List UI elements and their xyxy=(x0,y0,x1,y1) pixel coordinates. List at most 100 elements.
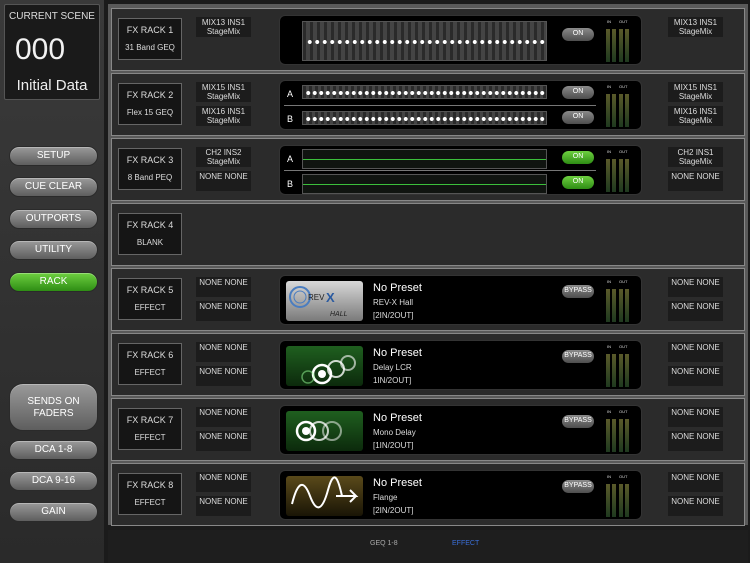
rack-2-output-a[interactable]: MIX15 INS1 StageMix xyxy=(668,82,723,102)
peq-b-curve[interactable] xyxy=(302,174,547,194)
level-meter: IN OUT xyxy=(604,19,634,63)
fx-rack-4[interactable]: FX RACK 4 BLANK xyxy=(111,203,745,266)
rack-3-input-b[interactable]: NONE NONE xyxy=(196,171,251,191)
rack-id-7[interactable]: FX RACK 7 EFFECT xyxy=(118,408,182,450)
fx-rack-6[interactable]: FX RACK 6 EFFECT NONE NONE NONE NONE No … xyxy=(111,333,745,396)
peq-a-curve[interactable] xyxy=(302,149,547,169)
rack-5-input-a[interactable]: NONE NONE xyxy=(196,277,251,297)
rack-button[interactable]: RACK xyxy=(9,272,98,292)
fx-rack-8[interactable]: FX RACK 8 EFFECT NONE NONE NONE NONE No … xyxy=(111,463,745,526)
rack-id-5[interactable]: FX RACK 5 EFFECT xyxy=(118,278,182,320)
peq-panel[interactable]: A B ON ON IN OUT xyxy=(279,145,642,195)
cue-clear-button[interactable]: CUE CLEAR xyxy=(9,177,98,197)
rack-3-output-b[interactable]: NONE NONE xyxy=(668,171,723,191)
rack-8-output-b[interactable]: NONE NONE xyxy=(668,496,723,516)
tab-effect[interactable]: EFFECT xyxy=(452,540,479,547)
rack-name: FX RACK 4 xyxy=(126,220,174,230)
dca-9-16-button[interactable]: DCA 9-16 xyxy=(9,471,98,491)
rack-2-output-b[interactable]: MIX16 INS1 StageMix xyxy=(668,106,723,126)
fx-rack-2[interactable]: FX RACK 2 Flex 15 GEQ MIX15 INS1 StageMi… xyxy=(111,73,745,136)
fx-rack-5[interactable]: FX RACK 5 EFFECT NONE NONE NONE NONE REV… xyxy=(111,268,745,331)
geq-faders[interactable] xyxy=(302,21,547,61)
utility-button[interactable]: UTILITY xyxy=(9,240,98,260)
bottom-tab-bar: GEQ 1-8 EFFECT xyxy=(108,530,748,563)
preset-name[interactable]: No Preset xyxy=(373,282,422,294)
rack-6-output-b[interactable]: NONE NONE xyxy=(668,366,723,386)
fx-rack-7[interactable]: FX RACK 7 EFFECT NONE NONE NONE NONE No … xyxy=(111,398,745,461)
effect-panel[interactable]: No Preset Flange [2IN/2OUT] BYPASS IN OU… xyxy=(279,470,642,520)
effect-panel[interactable]: REV X HALL No Preset REV-X Hall [2IN/2OU… xyxy=(279,275,642,325)
fx-rack-3[interactable]: FX RACK 3 8 Band PEQ CH2 INS2 StageMix N… xyxy=(111,138,745,201)
rack-6-input-b[interactable]: NONE NONE xyxy=(196,366,251,386)
rack-area: FX RACK 1 31 Band GEQ MIX13 INS1 StageMi… xyxy=(108,4,748,526)
channel-b-label: B xyxy=(287,179,294,189)
on-button[interactable]: ON xyxy=(562,28,594,41)
mono-delay-thumbnail[interactable] xyxy=(286,411,363,451)
meter-out-label: OUT xyxy=(619,409,628,414)
bypass-button[interactable]: BYPASS xyxy=(562,415,594,428)
rack-id-2[interactable]: FX RACK 2 Flex 15 GEQ xyxy=(118,83,182,125)
rack-5-output-b[interactable]: NONE NONE xyxy=(668,301,723,321)
rack-2-input-a[interactable]: MIX15 INS1 StageMix xyxy=(196,82,251,102)
meter-out-label: OUT xyxy=(619,344,628,349)
rack-6-input-a[interactable]: NONE NONE xyxy=(196,342,251,362)
on-button-a[interactable]: ON xyxy=(562,151,594,164)
meter-bar xyxy=(625,159,629,192)
rack-3-output-a[interactable]: CH2 INS1 StageMix xyxy=(668,147,723,167)
geq-a-faders[interactable] xyxy=(302,85,547,99)
bypass-button[interactable]: BYPASS xyxy=(562,480,594,493)
rack-5-input-b[interactable]: NONE NONE xyxy=(196,301,251,321)
rack-8-input-a[interactable]: NONE NONE xyxy=(196,472,251,492)
rack-6-output-a[interactable]: NONE NONE xyxy=(668,342,723,362)
dca-1-8-button[interactable]: DCA 1-8 xyxy=(9,440,98,460)
geq-fader-dots xyxy=(305,90,545,96)
meter-bar xyxy=(612,29,616,62)
effect-panel[interactable]: No Preset Delay LCR 1IN/2OUT] BYPASS IN … xyxy=(279,340,642,390)
on-button-b[interactable]: ON xyxy=(562,111,594,124)
setup-button[interactable]: SETUP xyxy=(9,146,98,166)
rack-7-input-b[interactable]: NONE NONE xyxy=(196,431,251,451)
rack-5-output-a[interactable]: NONE NONE xyxy=(668,277,723,297)
geq-panel[interactable]: A B ON ON IN OUT xyxy=(279,80,642,130)
on-button-a[interactable]: ON xyxy=(562,86,594,99)
rack-7-output-a[interactable]: NONE NONE xyxy=(668,407,723,427)
on-button-b[interactable]: ON xyxy=(562,176,594,189)
bypass-button[interactable]: BYPASS xyxy=(562,350,594,363)
rack-8-output-a[interactable]: NONE NONE xyxy=(668,472,723,492)
meter-bar xyxy=(612,289,616,322)
rack-id-4[interactable]: FX RACK 4 BLANK xyxy=(118,213,182,255)
rack-2-input-b[interactable]: MIX16 INS1 StageMix xyxy=(196,106,251,126)
meter-bar xyxy=(619,419,623,452)
preset-name[interactable]: No Preset xyxy=(373,477,422,489)
effect-panel[interactable]: No Preset Mono Delay [1IN/2OUT] BYPASS I… xyxy=(279,405,642,455)
gain-button[interactable]: GAIN xyxy=(9,502,98,522)
level-meter: IN OUT xyxy=(604,84,634,128)
meter-in-label: IN xyxy=(607,344,611,349)
rack-id-6[interactable]: FX RACK 6 EFFECT xyxy=(118,343,182,385)
rack-8-input-b[interactable]: NONE NONE xyxy=(196,496,251,516)
sends-on-faders-button[interactable]: SENDS ON FADERS xyxy=(9,383,98,431)
rack-1-output[interactable]: MIX13 INS1 StageMix xyxy=(668,17,723,37)
preset-name[interactable]: No Preset xyxy=(373,347,422,359)
tab-geq-1-8[interactable]: GEQ 1-8 xyxy=(370,540,398,547)
rack-7-output-b[interactable]: NONE NONE xyxy=(668,431,723,451)
current-scene-panel[interactable]: CURRENT SCENE 000 Initial Data xyxy=(4,4,100,100)
geq-b-faders[interactable] xyxy=(302,111,547,125)
fx-rack-1[interactable]: FX RACK 1 31 Band GEQ MIX13 INS1 StageMi… xyxy=(111,8,745,71)
geq-panel[interactable]: ON IN OUT xyxy=(279,15,642,65)
outports-button[interactable]: OUTPORTS xyxy=(9,209,98,229)
delay-lcr-thumbnail[interactable] xyxy=(286,346,363,386)
rack-name: FX RACK 3 xyxy=(126,155,174,165)
meter-bar xyxy=(619,94,623,127)
bypass-button[interactable]: BYPASS xyxy=(562,285,594,298)
flange-thumbnail[interactable] xyxy=(286,476,363,516)
rev-x-hall-thumbnail[interactable]: REV X HALL xyxy=(286,281,363,321)
rack-7-input-a[interactable]: NONE NONE xyxy=(196,407,251,427)
rack-id-1[interactable]: FX RACK 1 31 Band GEQ xyxy=(118,18,182,60)
rack-id-3[interactable]: FX RACK 3 8 Band PEQ xyxy=(118,148,182,190)
rack-3-input-a[interactable]: CH2 INS2 StageMix xyxy=(196,147,251,167)
rack-type: EFFECT xyxy=(134,368,166,377)
preset-name[interactable]: No Preset xyxy=(373,412,422,424)
rack-1-input[interactable]: MIX13 INS1 StageMix xyxy=(196,17,251,37)
rack-id-8[interactable]: FX RACK 8 EFFECT xyxy=(118,473,182,515)
